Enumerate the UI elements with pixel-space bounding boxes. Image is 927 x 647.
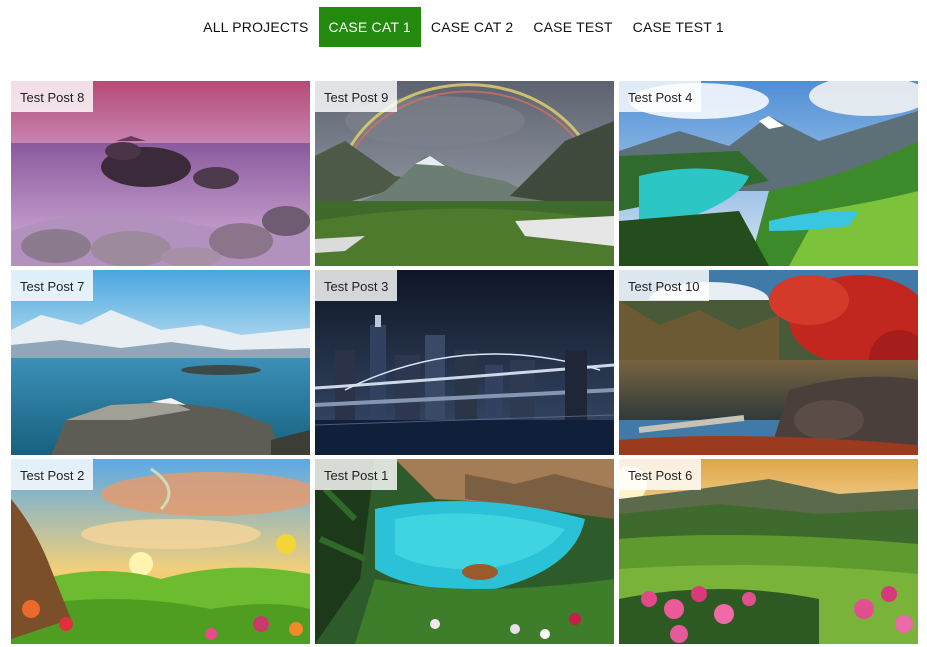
filter-all-projects[interactable]: ALL PROJECTS — [193, 7, 318, 47]
portfolio-item[interactable]: Test Post 8 — [11, 81, 310, 266]
post-title[interactable]: Test Post 9 — [315, 81, 398, 112]
post-title[interactable]: Test Post 1 — [315, 459, 398, 490]
portfolio-item[interactable]: Test Post 7 — [11, 270, 310, 455]
portfolio-item[interactable]: Test Post 9 — [315, 81, 614, 266]
filter-case-test-1[interactable]: CASE TEST 1 — [623, 7, 734, 47]
portfolio-item[interactable]: Test Post 10 — [619, 270, 918, 455]
portfolio-item[interactable]: Test Post 4 — [619, 81, 918, 266]
portfolio-item[interactable]: Test Post 3 — [315, 270, 614, 455]
post-title[interactable]: Test Post 4 — [619, 81, 702, 112]
portfolio-item[interactable]: Test Post 6 — [619, 459, 918, 644]
filter-bar: ALL PROJECTS CASE CAT 1 CASE CAT 2 CASE TES… — [0, 7, 927, 47]
post-title[interactable]: Test Post 2 — [11, 459, 94, 490]
portfolio-item[interactable]: Test Post 1 — [315, 459, 614, 644]
post-title[interactable]: Test Post 6 — [619, 459, 702, 490]
filter-case-cat-2[interactable]: CASE CAT 2 — [421, 7, 523, 47]
filter-case-cat-1[interactable]: CASE CAT 1 — [318, 7, 421, 47]
filter-case-test[interactable]: CASE TEST — [523, 7, 622, 47]
portfolio-item[interactable]: Test Post 2 — [11, 459, 310, 644]
post-title[interactable]: Test Post 8 — [11, 81, 94, 112]
post-title[interactable]: Test Post 10 — [619, 270, 709, 301]
post-title[interactable]: Test Post 3 — [315, 270, 398, 301]
post-title[interactable]: Test Post 7 — [11, 270, 94, 301]
